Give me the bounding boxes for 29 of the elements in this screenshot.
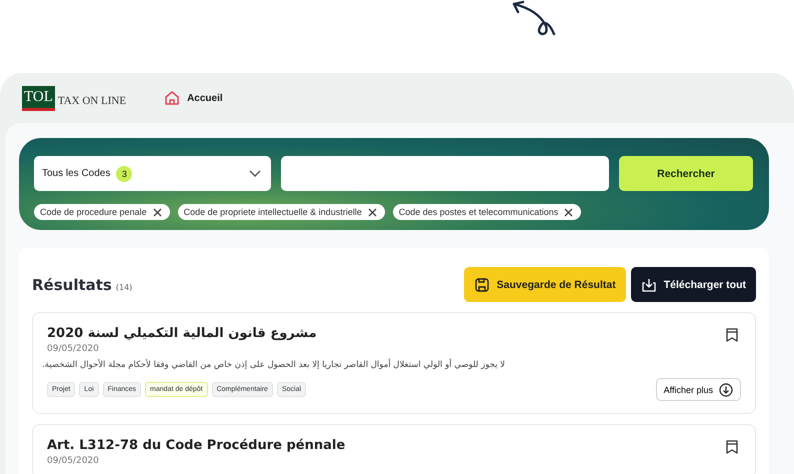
close-icon[interactable] bbox=[564, 208, 574, 216]
download-icon bbox=[640, 276, 657, 292]
nav-link[interactable]: Accueil bbox=[164, 90, 223, 106]
result-date: 09/05/2020 bbox=[47, 344, 100, 354]
bookmark-icon[interactable] bbox=[725, 439, 739, 455]
download-button[interactable]: Télécharger tout bbox=[630, 267, 756, 302]
close-icon[interactable] bbox=[152, 208, 162, 216]
search-button[interactable]: Rechercher bbox=[619, 156, 753, 191]
logo-text: TAX ON LINE bbox=[58, 94, 126, 108]
result-title[interactable]: Art. L312-78 du Code Procédure pénnale bbox=[47, 438, 741, 453]
count-badge: 3 bbox=[116, 166, 132, 182]
close-icon[interactable] bbox=[368, 208, 377, 216]
bookmark-icon[interactable] bbox=[725, 327, 739, 343]
chevron-down-icon bbox=[249, 170, 261, 178]
results-count: (14) bbox=[116, 282, 132, 292]
result-date: 09/05/2020 bbox=[47, 456, 100, 466]
logo-mark: TOL bbox=[22, 86, 55, 110]
filter-chip[interactable]: Code de propriete intellectuelle & industrielle bbox=[178, 204, 385, 220]
home-icon bbox=[164, 90, 180, 106]
save-icon bbox=[474, 276, 490, 292]
show-more-button[interactable]: Afficher plus bbox=[656, 378, 741, 401]
code-select[interactable]: Tous les Codes 3 bbox=[34, 156, 271, 191]
result-title[interactable]: مشروع قانون المالية التكميلي لسنة 2020 bbox=[47, 326, 741, 341]
filter-chip[interactable]: Code de procedure penale bbox=[34, 204, 170, 220]
save-button[interactable]: Sauvegarde de Résultat bbox=[464, 267, 626, 302]
results-title: Résultats bbox=[32, 276, 112, 294]
down-circle-icon bbox=[719, 382, 733, 396]
filter-chip[interactable]: Code des postes et telecommunications bbox=[392, 204, 582, 220]
search-field[interactable] bbox=[281, 156, 609, 191]
